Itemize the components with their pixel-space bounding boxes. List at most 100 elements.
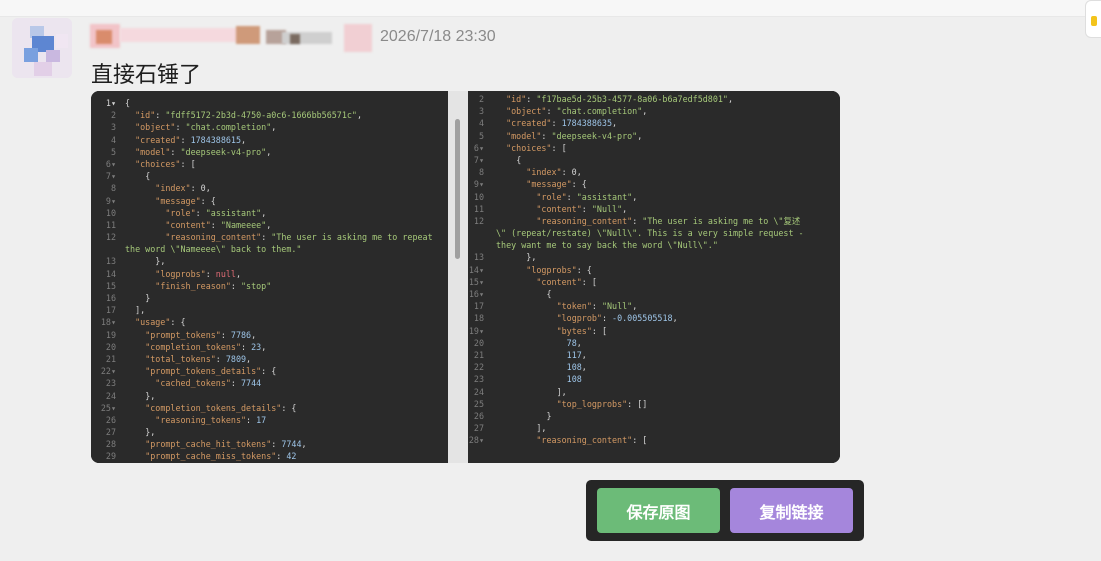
code-line: ], (556, 386, 567, 397)
right-line-numbers: 2 3 4 5 6▾ 7▾ 8 9▾ 10 11 12 13 14▾ 15▾ 16▾ 17 18 19▾ 20 21 2… (468, 93, 494, 446)
line-number: 28 (105, 439, 116, 450)
code-line: "content": [ (536, 276, 597, 287)
line-number: 19▾ (468, 325, 484, 336)
code-line: { (125, 98, 131, 108)
line-number: 12 (105, 232, 116, 243)
line-number: 2 (110, 110, 116, 121)
line-number: 8 (478, 167, 484, 178)
left-code-text: { "id": "fdff5172-2b3d-4750-a0c6-1666bb5… (125, 97, 433, 463)
code-line: "object": "chat.completion", (506, 106, 648, 117)
line-number: 4 (110, 134, 116, 145)
line-number (91, 243, 125, 255)
code-line: "content": "Null", (536, 203, 628, 214)
right-code-pane: 2 3 4 5 6▾ 7▾ 8 9▾ 10 11 12 13 14▾ 15▾ 16▾ 17 18 19▾ 20 21 2… (468, 91, 840, 463)
code-line: "choices": [ (506, 142, 567, 153)
line-number: 23 (105, 378, 116, 389)
left-line-numbers: 1▾ 2 3 4 5 6▾ 7▾ 8 9▾ 10 11 12 13 14 15 16 17 18▾ 19 20 21 22… (91, 97, 125, 463)
line-number: 8 (110, 183, 116, 194)
line-number: 5 (478, 130, 484, 141)
code-line: "role": "assistant", (165, 207, 267, 218)
message-text: 直接石锤了 (91, 63, 202, 88)
line-number: 3 (478, 106, 484, 117)
line-number: 26 (473, 410, 484, 421)
line-number: 22▾ (100, 366, 116, 377)
code-line: "model": "deepseek-v4-pro", (506, 130, 643, 141)
line-number: 18 (473, 313, 484, 324)
code-line: ], (536, 423, 547, 434)
line-number: 24 (473, 386, 484, 397)
code-line: "cached_tokens": 7744 (155, 378, 262, 389)
line-number: 4 (478, 118, 484, 129)
code-line: 108 (566, 374, 582, 385)
code-line: the word \"Nameeee\" back to them." (125, 244, 302, 255)
line-number: 15▾ (468, 276, 484, 287)
code-line: }, (155, 256, 166, 267)
line-number: 21 (105, 353, 116, 364)
line-number: 27 (473, 423, 484, 434)
code-line: 117, (566, 349, 587, 360)
image-action-toolbar: 保存原图 复制链接 (586, 480, 864, 541)
line-number: 27 (105, 427, 116, 438)
left-scrollbar[interactable] (455, 119, 460, 259)
line-number: 12 (473, 215, 484, 226)
code-line: ], (135, 305, 146, 316)
copy-link-button[interactable]: 复制链接 (730, 488, 853, 533)
code-line: }, (145, 427, 156, 438)
line-number: 10 (105, 207, 116, 218)
code-line: "index": 0, (526, 167, 582, 178)
line-number: 6▾ (473, 142, 484, 153)
line-number: 28▾ (468, 435, 484, 446)
code-line: "id": "f17bae5d-25b3-4577-8a06-b6a7edf5d… (506, 94, 734, 104)
code-line: "prompt_cache_miss_tokens": 42 (145, 451, 297, 462)
line-number: 2 (478, 94, 484, 104)
code-line: "completion_tokens_details": { (145, 402, 297, 413)
line-number (468, 227, 494, 239)
code-line: "reasoning_content": "The user is asking… (536, 215, 801, 226)
avatar[interactable] (12, 18, 72, 78)
line-number: 11 (105, 219, 116, 230)
line-number: 7▾ (105, 171, 116, 182)
code-line: \" (repeat/restate) \"Null\". This is a … (496, 228, 804, 239)
line-number: 16 (105, 293, 116, 303)
line-number: 14 (105, 268, 116, 279)
line-number: 7▾ (473, 154, 484, 165)
line-number: 25▾ (100, 402, 116, 413)
code-line: { (546, 289, 552, 299)
code-line: "usage": { (135, 317, 186, 328)
code-line: "message": { (155, 195, 216, 206)
shared-screenshot[interactable]: 1▾ 2 3 4 5 6▾ 7▾ 8 9▾ 10 11 12 13 14 15 16 17 18▾ 19 20 21 22… (91, 91, 840, 463)
line-number: 1▾ (105, 98, 116, 108)
code-line: { (145, 171, 151, 182)
line-number: 3 (110, 122, 116, 133)
code-line: "token": "Null", (556, 301, 638, 312)
code-line: 78, (566, 337, 582, 348)
code-line: "prompt_tokens_details": { (145, 366, 277, 377)
code-line: "logprobs": { (526, 264, 592, 275)
top-bar (0, 0, 1101, 17)
save-original-button[interactable]: 保存原图 (597, 488, 720, 533)
sender-name-blurred (90, 20, 375, 52)
code-line: } (546, 410, 552, 421)
code-line: }, (526, 252, 537, 263)
code-line: "reasoning_content": [ (536, 435, 648, 446)
line-number: 18▾ (100, 317, 116, 328)
code-line: "created": 1784388635, (506, 118, 618, 129)
code-line: "created": 1784388615, (135, 134, 247, 145)
line-number: 14▾ (468, 264, 484, 275)
code-line: "id": "fdff5172-2b3d-4750-a0c6-1666bb565… (135, 110, 363, 121)
line-number: 25 (473, 398, 484, 409)
code-line: "prompt_tokens": 7786, (145, 329, 257, 340)
code-line: "role": "assistant", (536, 191, 638, 202)
corner-note-icon[interactable] (1085, 0, 1101, 38)
line-number: 26 (105, 414, 116, 425)
message-timestamp: 2026/7/18 23:30 (380, 28, 496, 45)
code-line: "bytes": [ (556, 325, 607, 336)
line-number: 16▾ (468, 289, 484, 299)
line-number: 24 (105, 390, 116, 401)
line-number: 29 (105, 451, 116, 462)
line-number: 22 (473, 362, 484, 373)
line-number: 17 (473, 301, 484, 312)
line-number: 9▾ (105, 195, 116, 206)
line-number: 13 (105, 256, 116, 267)
code-line: "content": "Nameeee", (165, 219, 272, 230)
